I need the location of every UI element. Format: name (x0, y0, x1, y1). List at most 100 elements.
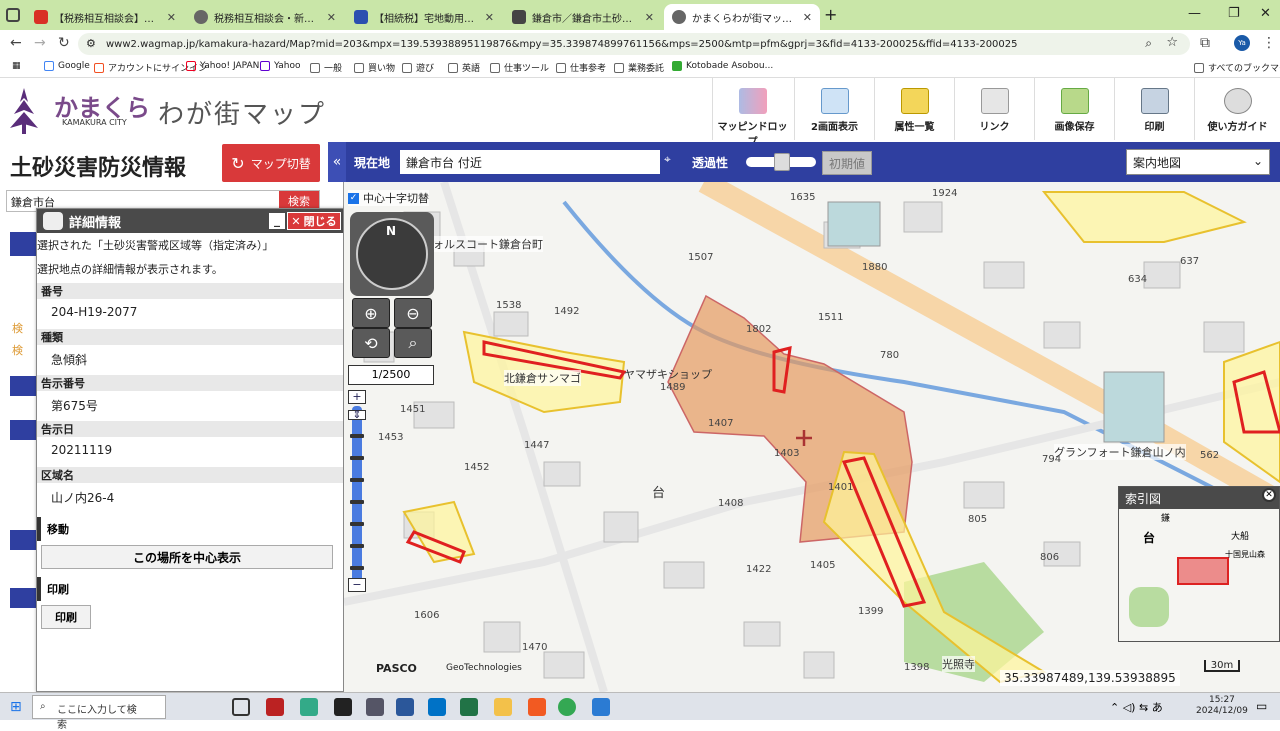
map-number: 1399 (858, 606, 884, 617)
zoom-in-button[interactable]: ⊕ (352, 298, 390, 328)
windows-start-icon[interactable]: ⊞ (10, 699, 22, 715)
notification-icon[interactable]: ▭ (1256, 699, 1267, 713)
bookmark-folder[interactable]: 英語 (448, 61, 480, 74)
chrome-icon[interactable] (558, 698, 576, 716)
reload-icon[interactable]: ↻ (58, 35, 70, 51)
browser-tab[interactable]: 【相続税】宅地動用が見込めない ✕ (346, 4, 502, 30)
taskbar-search[interactable]: ⌕ ここに入力して検索 (32, 695, 166, 731)
back-icon[interactable]: ← (10, 35, 22, 51)
reset-opacity-button[interactable]: 初期値 (822, 151, 872, 175)
bookmark-folder[interactable]: 買い物 (354, 61, 395, 74)
bookmark-folder[interactable]: 遊び (402, 61, 434, 74)
folder-icon (402, 62, 412, 73)
index-map-close-icon[interactable]: ✕ (1262, 488, 1276, 502)
scale-display[interactable]: 1/2500 (348, 365, 434, 385)
app-icon[interactable] (300, 698, 318, 716)
menu-icon[interactable]: ⋮ (1262, 35, 1276, 51)
map-number: 1880 (862, 262, 888, 273)
image-save-button[interactable]: 画像保存 (1034, 78, 1114, 140)
browser-tab-active[interactable]: かまくらわが街マップ｜地図表示 ✕ (664, 4, 820, 30)
task-view-icon[interactable] (232, 698, 250, 716)
close-tab-icon[interactable]: ✕ (327, 11, 336, 24)
zoom-plus-button[interactable]: + (348, 390, 366, 404)
detail-description: 選択された「土砂災害警戒区域等（指定済み）」 (37, 239, 274, 252)
compass-pan-control[interactable]: N (350, 212, 434, 296)
close-tab-icon[interactable]: ✕ (485, 11, 494, 24)
file-explorer-icon[interactable] (494, 698, 512, 716)
print-button[interactable]: 印刷 (1114, 78, 1194, 140)
bookmark-item[interactable]: Yahoo (260, 61, 301, 71)
bookmark-item[interactable]: Yahoo! JAPAN (186, 61, 259, 71)
extensions-icon[interactable]: ⧉ (1200, 35, 1210, 51)
attribute-list-button[interactable]: 属性一覧 (874, 78, 954, 140)
yahoo-icon (186, 61, 196, 71)
tab-search-icon[interactable] (6, 8, 20, 22)
bookmark-folder[interactable]: 仕事ツール (490, 61, 549, 74)
close-tab-icon[interactable]: ✕ (645, 11, 654, 24)
link-button[interactable]: リンク (954, 78, 1034, 140)
app-icon[interactable] (266, 698, 284, 716)
app-icon[interactable] (592, 698, 610, 716)
bookmark-item[interactable]: Google (44, 61, 90, 71)
detail-header[interactable]: 詳細情報 _ ✕ 閉じる (37, 209, 343, 233)
site-info-icon[interactable]: ⚙ (86, 37, 96, 50)
word-icon[interactable] (396, 698, 414, 716)
ime-indicator[interactable]: あ (1152, 701, 1163, 714)
restore-icon[interactable]: ❐ (1228, 6, 1240, 21)
profile-avatar[interactable]: Ya (1234, 35, 1250, 51)
outlook-icon[interactable] (428, 698, 446, 716)
browser-tab[interactable]: 鎌倉市／鎌倉市土砂災害ハザー ✕ (504, 4, 662, 30)
all-bookmarks[interactable]: すべてのブックマーク (1194, 61, 1280, 74)
bookmark-folder[interactable]: 業務委託 (614, 61, 664, 74)
app-icon[interactable] (334, 698, 352, 716)
brave-icon[interactable] (528, 698, 546, 716)
zoom-area-button[interactable]: ⌕ (394, 328, 432, 358)
bookmark-folder[interactable]: 一般 (310, 61, 342, 74)
zoom-out-button[interactable]: ⊖ (394, 298, 432, 328)
apps-icon[interactable]: ▦ (12, 61, 21, 71)
url-field[interactable]: ⚙ www2.wagmap.jp/kamakura-hazard/Map?mid… (78, 33, 1190, 55)
zoom-icon[interactable]: ⌕ (1145, 36, 1152, 51)
center-here-button[interactable]: この場所を中心表示 (41, 545, 333, 569)
globe-icon (672, 10, 686, 24)
zoom-slider[interactable]: + ⇕ − (346, 390, 366, 596)
map-switch-button[interactable]: ↻ マップ切替 (222, 144, 320, 182)
close-tab-icon[interactable]: ✕ (803, 11, 812, 24)
gmail-icon (34, 10, 48, 24)
mappin-drop-button[interactable]: マッピンドロップ (712, 78, 792, 148)
new-tab-button[interactable]: + (824, 5, 837, 24)
forward-icon[interactable]: → (34, 35, 46, 51)
close-tab-icon[interactable]: ✕ (167, 11, 176, 24)
center-cross-toggle[interactable]: ✓ 中心十字切替 (348, 190, 429, 206)
rotate-reset-button[interactable]: ⟲ (352, 328, 390, 358)
map-number: 637 (1180, 256, 1200, 267)
bookmark-item[interactable]: Kotobade Asobou... (672, 61, 773, 71)
calculator-icon[interactable] (366, 698, 384, 716)
minimize-icon[interactable]: — (1188, 6, 1201, 21)
map-type-select[interactable]: 案内地図 ⌄ (1126, 149, 1270, 175)
detail-print-button[interactable]: 印刷 (41, 605, 91, 629)
bookmark-star-icon[interactable]: ☆ (1166, 35, 1178, 50)
locate-icon[interactable]: ⌖ (664, 152, 678, 170)
collapse-panel-button[interactable]: « (328, 142, 346, 182)
location-field[interactable]: 鎌倉市台 付近 (400, 150, 660, 174)
index-map[interactable]: 索引図 台 鎌 大船 十国見山森 (1118, 486, 1280, 642)
bookmark-label: 仕事ツール (504, 64, 550, 74)
close-dialog-button[interactable]: ✕ 閉じる (287, 212, 341, 230)
guide-button[interactable]: 使い方ガイド (1194, 78, 1280, 140)
minimize-dialog-button[interactable]: _ (269, 213, 285, 229)
browser-tab[interactable]: 税務相互相談会・新規質問投稿 ✕ (186, 4, 344, 30)
browser-tab[interactable]: 【税務相互相談会】役職を辞りま ✕ (26, 4, 184, 30)
opacity-slider-handle[interactable] (774, 153, 790, 171)
taskbar-clock[interactable]: 15:27 2024/12/09 (1196, 695, 1248, 717)
close-window-icon[interactable]: ✕ (1260, 6, 1271, 21)
excel-icon[interactable] (460, 698, 478, 716)
system-tray-icons[interactable]: ⌃ ◁) ⇆ あ (1110, 699, 1163, 715)
bookmark-label: 仕事参考 (570, 64, 607, 74)
bookmark-folder[interactable]: 仕事参考 (556, 61, 606, 74)
zoom-minus-button[interactable]: − (348, 578, 366, 592)
zoom-tick (350, 566, 364, 570)
dual-screen-button[interactable]: 2画面表示 (794, 78, 874, 140)
field-label: 告示番号 (37, 375, 343, 391)
zoom-handle[interactable]: ⇕ (348, 409, 366, 420)
